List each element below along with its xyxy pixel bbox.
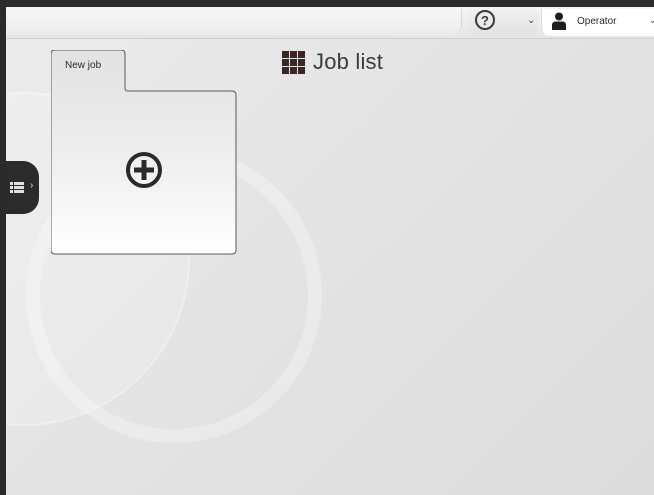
new-job-card[interactable]: New job [51,50,237,255]
person-icon [552,12,566,30]
side-drawer-toggle[interactable]: › [6,161,39,214]
page-title: Job list [313,49,384,74]
question-circle-icon[interactable]: ? [475,10,495,30]
grid-icon [282,50,305,74]
chevron-down-icon[interactable]: ⌄ [649,15,654,26]
user-name[interactable]: Operator [577,16,616,27]
top-bar: ? ⌄ Operator ⌄ [6,7,654,39]
list-icon [10,182,24,193]
plus-circle-icon[interactable] [124,150,164,190]
page-header: Job list [282,49,383,75]
screen: ? ⌄ Operator ⌄ Job list › [0,0,654,495]
new-job-label[interactable]: New job [65,60,101,71]
chevron-right-icon: › [30,180,34,191]
status-field [6,9,462,35]
chevron-down-icon[interactable]: ⌄ [527,15,535,26]
